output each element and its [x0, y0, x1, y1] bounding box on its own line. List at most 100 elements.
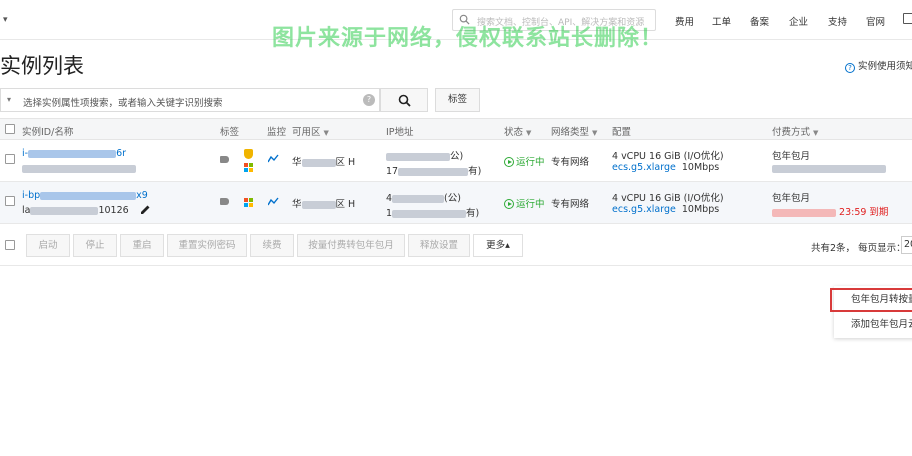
nav-item-icp[interactable]: 备案 [750, 14, 769, 28]
global-search-input[interactable]: 搜索文档、控制台、API、解决方案和资源 [452, 9, 656, 31]
chevron-down-icon[interactable]: ▾ [3, 15, 8, 25]
redacted-text [301, 200, 336, 209]
batch-action-bar: 启动 停止 重启 重置实例密码 续费 按量付费转包年包月 释放设置 更多▴ [0, 226, 912, 266]
question-icon[interactable]: ? [363, 94, 375, 106]
release-settings-button[interactable]: 释放设置 [408, 234, 470, 257]
instance-notice-link[interactable]: ? 实例使用须知 [845, 58, 912, 73]
ip-public: 4 (公) [386, 190, 461, 204]
more-button[interactable]: 更多▴ [473, 234, 523, 257]
redacted-text [40, 191, 137, 200]
select-all-checkbox[interactable] [5, 240, 15, 250]
ip-private-suffix: 有) [468, 166, 482, 177]
zone-prefix: 华 [292, 157, 302, 168]
nav-item-tickets[interactable]: 工单 [712, 14, 731, 28]
redacted-text [772, 208, 836, 217]
ip-private: 17 有) [386, 163, 481, 177]
header-zone[interactable]: 可用区 ▼ [292, 124, 329, 138]
instance-search-input[interactable]: ▾ 选择实例属性项搜索，或者输入关键字识别搜索 ? [0, 88, 380, 112]
convert-to-subscription-button[interactable]: 按量付费转包年包月 [297, 234, 405, 257]
billing-method: 包年包月 [772, 151, 811, 162]
nav-item-fees[interactable]: 费用 [675, 14, 694, 28]
more-actions-menu: 包年包月转按量付费 添加包年包月云盘 [830, 286, 912, 338]
header-network[interactable]: 网络类型 ▼ [551, 124, 597, 138]
running-icon [504, 157, 514, 167]
search-button[interactable] [380, 88, 428, 112]
chevron-down-icon[interactable]: ▾ [7, 95, 11, 104]
instance-notice-label: 实例使用须知 [858, 61, 912, 72]
redacted-text [772, 164, 886, 173]
zone-prefix: 华 [292, 199, 302, 210]
redacted-text [398, 167, 469, 176]
network-type: 专有网络 [551, 157, 590, 168]
redacted-text [28, 149, 117, 158]
tag-icon[interactable] [220, 198, 229, 205]
config-instance-type: ecs.g5.xlarge 10Mbps [612, 204, 719, 215]
tag-icon[interactable] [220, 156, 229, 163]
redacted-text [392, 194, 445, 203]
renew-button[interactable]: 续费 [250, 234, 294, 257]
page-title: 实例列表 [0, 54, 84, 78]
status-running: 运行中 [504, 196, 545, 210]
instance-search-placeholder: 选择实例属性项搜索，或者输入关键字识别搜索 [23, 98, 223, 109]
header-ip: IP地址 [386, 127, 414, 138]
table-row: i- 6r 华 区 H 公) 17 有) 运行中 专有网络 4 vCPU 16 GiB… [0, 140, 912, 182]
window-icon[interactable] [903, 13, 912, 24]
top-navigation-bar: ▾ 搜索文档、控制台、API、解决方案和资源 费用 工单 备案 企业 支持 官网 [0, 0, 912, 40]
ip-private: 1 有) [386, 205, 479, 219]
nav-item-official-site[interactable]: 官网 [866, 14, 885, 28]
billing-expire: 23:59 到期 [772, 204, 888, 218]
header-id-name: 实例ID/名称 [22, 127, 74, 138]
nav-item-enterprise[interactable]: 企业 [789, 14, 808, 28]
caret-down-icon: ▼ [526, 129, 532, 137]
page-size-select[interactable]: 20 [901, 236, 912, 254]
menu-item-convert-to-pay-as-you-go[interactable]: 包年包月转按量付费 [830, 288, 912, 312]
zone-value: 华区 H [292, 196, 355, 210]
pagination-info: 共有2条， 每页显示： [811, 243, 906, 254]
row-checkbox[interactable] [5, 154, 15, 164]
redacted-text [386, 152, 450, 161]
start-button[interactable]: 启动 [26, 234, 70, 257]
global-search-placeholder: 搜索文档、控制台、API、解决方案和资源 [477, 18, 645, 28]
header-status-label: 状态 [504, 127, 524, 138]
menu-item-add-subscription-disk[interactable]: 添加包年包月云盘 [834, 313, 912, 337]
instance-name-prefix: la [22, 205, 31, 216]
header-config: 配置 [612, 127, 632, 138]
row-checkbox[interactable] [5, 196, 15, 206]
billing-method: 包年包月 [772, 193, 811, 204]
expire-time: 23:59 到期 [839, 207, 889, 218]
zone-value: 华区 H [292, 154, 355, 168]
ip-private-suffix: 有) [466, 208, 480, 219]
header-billing[interactable]: 付费方式 ▼ [772, 124, 818, 138]
running-icon [504, 199, 514, 209]
restart-button[interactable]: 重启 [120, 234, 164, 257]
table-header: 实例ID/名称 标签 监控 可用区 ▼ IP地址 状态 ▼ 网络类型 ▼ 配置 付费方… [0, 118, 912, 140]
caret-down-icon: ▼ [592, 129, 598, 137]
tags-filter-button[interactable]: 标签 [435, 88, 480, 112]
redacted-text [30, 206, 99, 215]
header-monitor: 监控 [267, 127, 287, 138]
ip-private-prefix: 17 [386, 166, 399, 177]
shield-icon[interactable] [244, 149, 253, 159]
instance-id-link[interactable]: i- 6r [22, 148, 126, 159]
reset-password-button[interactable]: 重置实例密码 [167, 234, 247, 257]
ip-public: 公) [386, 148, 463, 162]
monitor-chart-icon[interactable] [268, 154, 279, 163]
instance-id-suffix: x9 [136, 190, 148, 201]
monitor-chart-icon[interactable] [268, 197, 279, 206]
select-all-checkbox[interactable] [5, 124, 15, 134]
instance-type-link[interactable]: ecs.g5.xlarge [612, 204, 676, 215]
caret-down-icon: ▼ [323, 129, 329, 137]
instance-type-link[interactable]: ecs.g5.xlarge [612, 162, 676, 173]
instance-id-link[interactable]: i-bp x9 [22, 190, 148, 201]
stop-button[interactable]: 停止 [73, 234, 117, 257]
zone-suffix: 区 H [335, 157, 356, 168]
instance-name: la 10126 [22, 205, 129, 216]
edit-icon[interactable] [140, 204, 151, 215]
status-label: 运行中 [516, 157, 545, 168]
header-status[interactable]: 状态 ▼ [504, 124, 531, 138]
config-instance-type: ecs.g5.xlarge 10Mbps [612, 162, 719, 173]
header-zone-label: 可用区 [292, 127, 321, 138]
help-icon: ? [845, 63, 855, 73]
nav-item-support[interactable]: 支持 [828, 14, 847, 28]
ip-public-suffix: 公) [450, 151, 464, 162]
